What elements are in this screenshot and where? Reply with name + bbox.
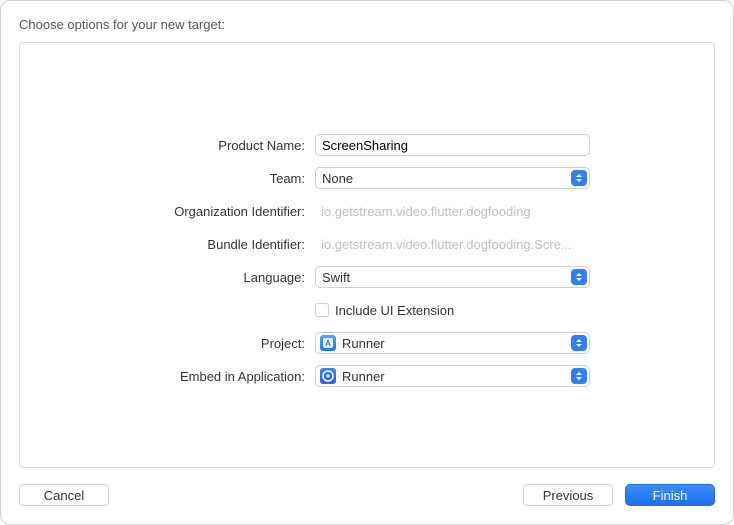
language-select-value: Swift xyxy=(322,270,565,285)
org-identifier-value: io.getstream.video.flutter.dogfooding xyxy=(315,204,590,219)
bundle-identifier-row: Bundle Identifier: io.getstream.video.fl… xyxy=(20,232,714,256)
team-label: Team: xyxy=(20,171,315,186)
org-identifier-label: Organization Identifier: xyxy=(20,204,315,219)
team-select-value: None xyxy=(322,171,565,186)
xcode-project-icon: A xyxy=(320,335,336,351)
product-name-input[interactable] xyxy=(315,134,590,156)
updown-arrows-icon xyxy=(571,170,587,186)
sheet-title: Choose options for your new target: xyxy=(19,17,715,32)
bundle-identifier-value: io.getstream.video.flutter.dogfooding.Sc… xyxy=(315,237,590,252)
checkbox-icon xyxy=(315,303,329,317)
updown-arrows-icon xyxy=(571,368,587,384)
updown-arrows-icon xyxy=(571,269,587,285)
embed-in-app-select[interactable]: Runner xyxy=(315,365,590,387)
previous-button[interactable]: Previous xyxy=(523,484,613,506)
product-name-row: Product Name: xyxy=(20,133,714,157)
include-ui-ext-label: Include UI Extension xyxy=(335,303,454,318)
include-ui-ext-row: Include UI Extension xyxy=(20,298,714,322)
project-select-value: Runner xyxy=(342,336,565,351)
form-panel: Product Name: Team: None Organization Id… xyxy=(19,42,715,468)
updown-arrows-icon xyxy=(571,335,587,351)
project-row: Project: A Runner xyxy=(20,331,714,355)
product-name-label: Product Name: xyxy=(20,138,315,153)
embed-in-app-select-value: Runner xyxy=(342,369,565,384)
language-row: Language: Swift xyxy=(20,265,714,289)
finish-button[interactable]: Finish xyxy=(625,484,715,506)
include-ui-ext-checkbox[interactable]: Include UI Extension xyxy=(315,303,454,318)
embed-in-app-row: Embed in Application: Runner xyxy=(20,364,714,388)
button-bar: Cancel Previous Finish xyxy=(19,484,715,506)
language-label: Language: xyxy=(20,270,315,285)
language-select[interactable]: Swift xyxy=(315,266,590,288)
team-row: Team: None xyxy=(20,166,714,190)
org-identifier-row: Organization Identifier: io.getstream.vi… xyxy=(20,199,714,223)
project-label: Project: xyxy=(20,336,315,351)
team-select[interactable]: None xyxy=(315,167,590,189)
cancel-button[interactable]: Cancel xyxy=(19,484,109,506)
project-select[interactable]: A Runner xyxy=(315,332,590,354)
svg-text:A: A xyxy=(325,339,331,348)
new-target-sheet: Choose options for your new target: Prod… xyxy=(0,0,734,525)
embed-in-app-label: Embed in Application: xyxy=(20,369,315,384)
target-app-icon xyxy=(320,368,336,384)
bundle-identifier-label: Bundle Identifier: xyxy=(20,237,315,252)
